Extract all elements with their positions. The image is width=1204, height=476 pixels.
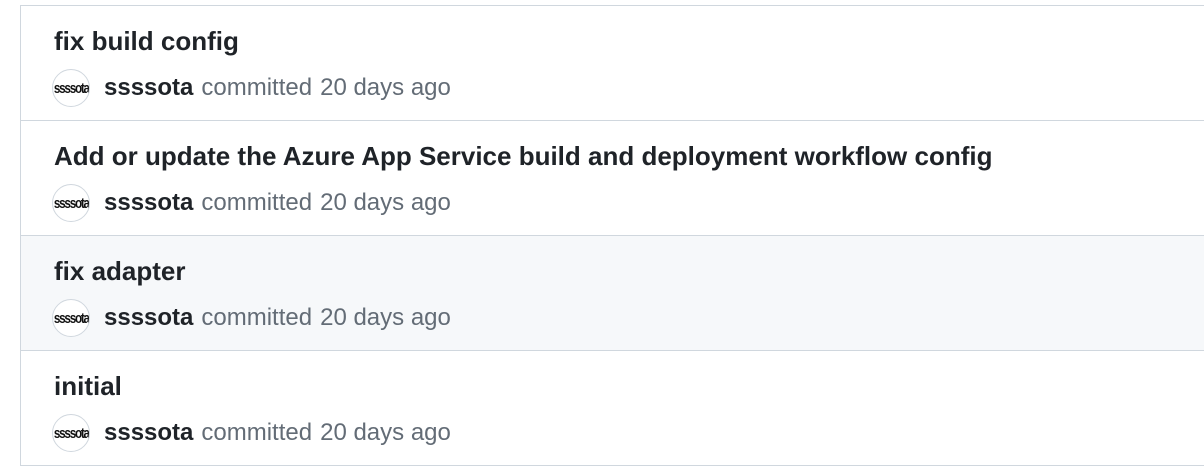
author-link[interactable]: ssssota bbox=[104, 304, 193, 332]
commit-action-text: committed bbox=[201, 419, 313, 446]
commit-title-link[interactable]: Add or update the Azure App Service buil… bbox=[54, 140, 992, 172]
commit-list: fix build config ssssota ssssota committ… bbox=[20, 5, 1204, 466]
commit-action-text: committed bbox=[201, 74, 313, 101]
avatar-logo-text: ssssota bbox=[53, 194, 89, 212]
commit-meta: ssssota ssssota committed 20 days ago bbox=[52, 183, 451, 223]
commit-meta: ssssota ssssota committed 20 days ago bbox=[52, 298, 451, 338]
commit-row: Add or update the Azure App Service buil… bbox=[21, 121, 1204, 236]
author-link[interactable]: ssssota bbox=[104, 419, 193, 447]
commit-row: initial ssssota ssssota committed 20 day… bbox=[21, 351, 1204, 466]
author-avatar[interactable]: ssssota bbox=[52, 69, 90, 107]
commit-title-link[interactable]: fix build config bbox=[54, 25, 239, 57]
commit-row: fix build config ssssota ssssota committ… bbox=[21, 6, 1204, 121]
commit-relative-time: 20 days ago bbox=[320, 419, 451, 446]
commit-action-text: committed bbox=[201, 304, 313, 331]
commit-relative-time: 20 days ago bbox=[320, 189, 451, 216]
avatar-logo-text: ssssota bbox=[53, 309, 89, 327]
avatar-logo-text: ssssota bbox=[53, 79, 89, 97]
commit-action-text: committed bbox=[201, 189, 313, 216]
commit-row-hovered: fix adapter ssssota ssssota committed 20… bbox=[21, 236, 1204, 351]
author-link[interactable]: ssssota bbox=[104, 74, 193, 102]
commit-meta: ssssota ssssota committed 20 days ago bbox=[52, 413, 451, 453]
commit-relative-time: 20 days ago bbox=[320, 304, 451, 331]
commit-title-link[interactable]: initial bbox=[54, 370, 122, 402]
author-link[interactable]: ssssota bbox=[104, 189, 193, 217]
commit-title-link[interactable]: fix adapter bbox=[54, 255, 186, 287]
author-avatar[interactable]: ssssota bbox=[52, 414, 90, 452]
author-avatar[interactable]: ssssota bbox=[52, 184, 90, 222]
avatar-logo-text: ssssota bbox=[53, 424, 89, 442]
commit-relative-time: 20 days ago bbox=[320, 74, 451, 101]
author-avatar[interactable]: ssssota bbox=[52, 299, 90, 337]
commit-meta: ssssota ssssota committed 20 days ago bbox=[52, 68, 451, 108]
